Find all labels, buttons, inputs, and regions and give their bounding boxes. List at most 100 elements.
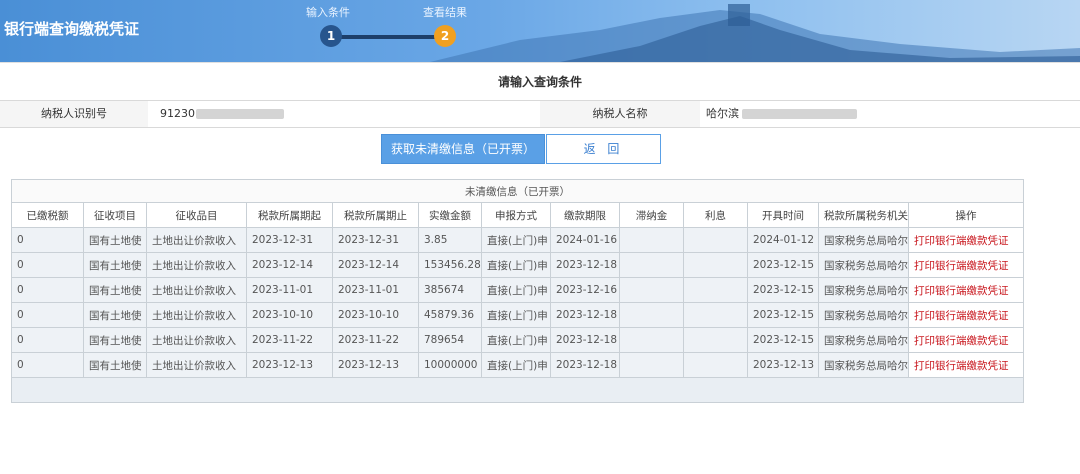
column-header: 实缴金额 <box>418 202 482 228</box>
step-1-indicator: 1 <box>320 25 342 47</box>
table-row: 0 国有土地使 土地出让价款收入 2023-10-10 2023-10-10 45879.… <box>11 302 1025 328</box>
column-header: 开具时间 <box>747 202 819 228</box>
back-button[interactable]: 返 回 <box>546 134 661 164</box>
taxpayer-id-label: 纳税人识别号 <box>0 101 148 127</box>
table-cell: 0 <box>11 302 84 328</box>
table-cell: 国家税务总局哈尔 <box>818 252 909 278</box>
print-voucher-link[interactable]: 打印银行端缴款凭证 <box>907 302 1025 328</box>
table-row: 0 国有土地使 土地出让价款收入 2023-11-22 2023-11-22 789654… <box>11 327 1025 353</box>
table-cell <box>683 227 748 253</box>
table-cell: 国有土地使 <box>83 227 147 253</box>
table-cell: 2023-12-18 <box>550 252 620 278</box>
table-cell <box>619 252 684 278</box>
table-cell: 0 <box>11 252 84 278</box>
table-cell <box>619 227 684 253</box>
table-cell <box>619 302 684 328</box>
table-cell: 2023-12-13 <box>246 352 333 378</box>
column-header: 税款所属期止 <box>332 202 419 228</box>
print-voucher-link[interactable]: 打印银行端缴款凭证 <box>907 352 1025 378</box>
step-label-result: 查看结果 <box>423 6 467 19</box>
taxpayer-id-value: 91230 <box>160 107 195 120</box>
table-cell: 土地出让价款收入 <box>146 227 247 253</box>
table-cell: 国家税务总局哈尔 <box>818 277 909 303</box>
table-cell <box>619 277 684 303</box>
table-row: 0 国有土地使 土地出让价款收入 2023-12-14 2023-12-14 153456… <box>11 252 1025 278</box>
column-header: 利息 <box>683 202 748 228</box>
taxpayer-name-value: 哈尔滨 <box>706 107 739 120</box>
table-cell: 2023-12-18 <box>550 327 620 353</box>
table-cell: 直接(上门)申 <box>481 277 551 303</box>
redacted-id <box>196 109 284 119</box>
table-cell: 直接(上门)申 <box>481 352 551 378</box>
print-voucher-link[interactable]: 打印银行端缴款凭证 <box>907 277 1025 303</box>
print-voucher-link[interactable]: 打印银行端缴款凭证 <box>907 227 1025 253</box>
table-cell: 国家税务总局哈尔 <box>818 302 909 328</box>
table-cell: 国家税务总局哈尔 <box>818 327 909 353</box>
column-header: 缴款期限 <box>550 202 620 228</box>
fetch-unpaid-button[interactable]: 获取未清缴信息（已开票） <box>381 134 545 164</box>
table-cell: 2024-01-12 <box>747 227 819 253</box>
table-cell <box>683 327 748 353</box>
table-cell <box>683 352 748 378</box>
table-cell: 国有土地使 <box>83 252 147 278</box>
table-cell: 2023-11-22 <box>246 327 333 353</box>
table-cell: 直接(上门)申 <box>481 227 551 253</box>
table-cell: 2023-12-15 <box>747 327 819 353</box>
table-cell: 2023-11-01 <box>246 277 333 303</box>
table-cell: 2023-12-16 <box>550 277 620 303</box>
column-header: 征收项目 <box>83 202 147 228</box>
table-cell: 直接(上门)申 <box>481 252 551 278</box>
table-cell: 土地出让价款收入 <box>146 277 247 303</box>
table-cell: 国家税务总局哈尔 <box>818 352 909 378</box>
redacted-name <box>742 109 857 119</box>
table-cell: 0 <box>11 327 84 353</box>
table-cell: 2023-12-13 <box>747 352 819 378</box>
step-label-input: 输入条件 <box>306 6 350 19</box>
table-cell: 2023-12-18 <box>550 302 620 328</box>
table-cell: 2024-01-16 <box>550 227 620 253</box>
table-cell <box>683 302 748 328</box>
column-header: 税款所属期起 <box>246 202 333 228</box>
table-footer <box>10 377 1025 403</box>
table-cell: 2023-12-15 <box>747 252 819 278</box>
page-title: 银行端查询缴税凭证 <box>4 20 140 38</box>
table-cell: 153456.28 <box>418 252 482 278</box>
table-cell: 国有土地使 <box>83 302 147 328</box>
taxpayer-info-row: 纳税人识别号 91230 纳税人名称 哈尔滨 <box>0 100 1080 128</box>
table-row: 0 国有土地使 土地出让价款收入 2023-11-01 2023-11-01 385674… <box>11 277 1025 303</box>
table-cell: 2023-12-15 <box>747 277 819 303</box>
table-cell: 45879.36 <box>418 302 482 328</box>
table-cell: 土地出让价款收入 <box>146 327 247 353</box>
step-progress-line <box>331 35 447 39</box>
taxpayer-name-label: 纳税人名称 <box>540 101 700 127</box>
table-cell: 385674 <box>418 277 482 303</box>
table-caption: 未清缴信息（已开票） <box>10 179 1025 203</box>
table-cell: 土地出让价款收入 <box>146 252 247 278</box>
print-voucher-link[interactable]: 打印银行端缴款凭证 <box>907 327 1025 353</box>
query-section-title: 请输入查询条件 <box>0 62 1080 101</box>
table-cell: 直接(上门)申 <box>481 302 551 328</box>
table-cell: 10000000 <box>418 352 482 378</box>
table-cell: 土地出让价款收入 <box>146 302 247 328</box>
table-cell: 2023-11-22 <box>332 327 419 353</box>
table-cell: 0 <box>11 227 84 253</box>
table-cell: 2023-12-31 <box>246 227 333 253</box>
table-cell: 3.85 <box>418 227 482 253</box>
table-cell: 2023-12-18 <box>550 352 620 378</box>
table-cell: 0 <box>11 277 84 303</box>
table-cell: 国家税务总局哈尔 <box>818 227 909 253</box>
table-cell <box>619 352 684 378</box>
table-cell: 2023-12-14 <box>246 252 333 278</box>
table-cell: 国有土地使 <box>83 277 147 303</box>
table-row: 0 国有土地使 土地出让价款收入 2023-12-31 2023-12-31 3.85 直接… <box>11 227 1025 253</box>
table-cell: 2023-11-01 <box>332 277 419 303</box>
column-header: 已缴税额 <box>11 202 84 228</box>
column-header: 税款所属税务机关 <box>818 202 909 228</box>
column-header: 操作 <box>907 202 1025 228</box>
table-cell: 国有土地使 <box>83 352 147 378</box>
print-voucher-link[interactable]: 打印银行端缴款凭证 <box>907 252 1025 278</box>
table-cell <box>683 277 748 303</box>
table-cell: 2023-10-10 <box>246 302 333 328</box>
table-cell <box>619 327 684 353</box>
table-cell: 2023-10-10 <box>332 302 419 328</box>
